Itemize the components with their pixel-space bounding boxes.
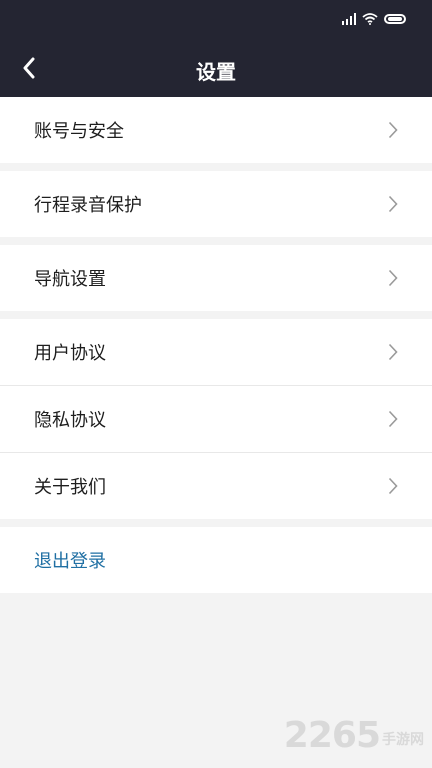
settings-list: 账号与安全 行程录音保护 导航设置 用户协议 隐私协议 关于我们 退出登录 (0, 97, 432, 593)
logout-label: 退出登录 (34, 551, 106, 572)
chevron-right-icon (388, 477, 398, 495)
menu-item-navigation-settings[interactable]: 导航设置 (0, 245, 432, 311)
page-title: 设置 (196, 60, 236, 84)
section-gap (0, 237, 432, 245)
watermark-logo: 2265 手游网 (284, 715, 424, 756)
menu-item-label: 用户协议 (34, 343, 106, 364)
menu-item-label: 账号与安全 (34, 121, 124, 142)
chevron-right-icon (388, 195, 398, 213)
top-bar: 设置 (0, 0, 432, 97)
menu-item-label: 行程录音保护 (34, 195, 142, 216)
status-bar (342, 9, 406, 29)
menu-item-trip-recording[interactable]: 行程录音保护 (0, 171, 432, 237)
logout-button[interactable]: 退出登录 (0, 527, 432, 593)
menu-item-label: 关于我们 (34, 477, 106, 498)
wifi-icon (362, 13, 378, 25)
chevron-right-icon (388, 410, 398, 428)
watermark-text: 手游网 (382, 731, 424, 748)
signal-icon (342, 13, 356, 25)
watermark-number: 2265 (283, 715, 381, 756)
section-gap (0, 519, 432, 527)
menu-item-account-security[interactable]: 账号与安全 (0, 97, 432, 163)
chevron-right-icon (388, 343, 398, 361)
section-gap (0, 311, 432, 319)
chevron-right-icon (388, 269, 398, 287)
menu-item-about-us[interactable]: 关于我们 (0, 453, 432, 519)
chevron-right-icon (388, 121, 398, 139)
section-gap (0, 163, 432, 171)
menu-item-privacy-agreement[interactable]: 隐私协议 (0, 386, 432, 452)
menu-item-label: 导航设置 (34, 269, 106, 290)
menu-item-label: 隐私协议 (34, 410, 106, 431)
battery-icon (384, 14, 406, 24)
menu-item-user-agreement[interactable]: 用户协议 (0, 319, 432, 385)
